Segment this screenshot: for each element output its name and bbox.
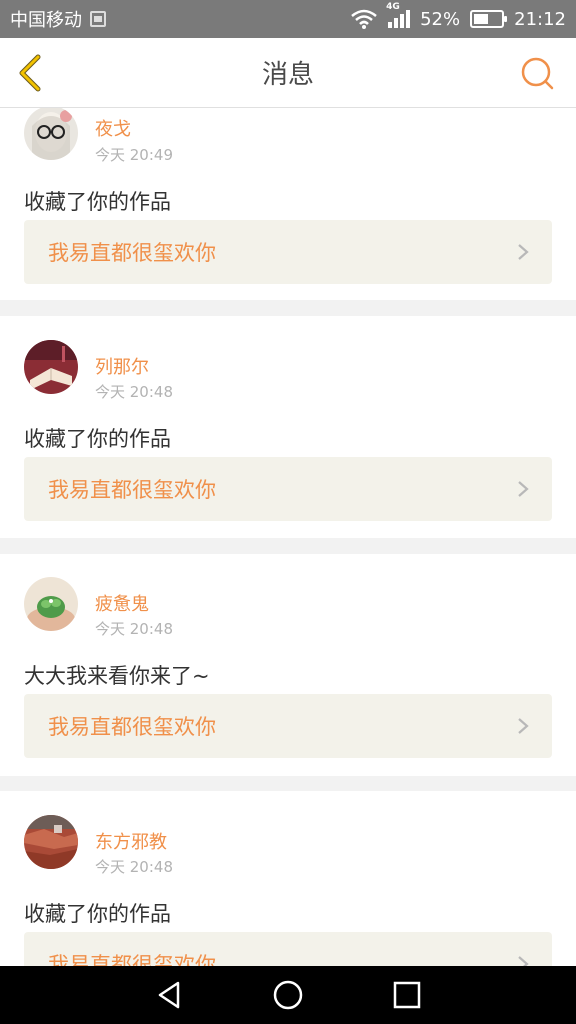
nav-recents-button[interactable] <box>387 975 427 1015</box>
username[interactable]: 列那尔 <box>95 353 149 379</box>
clock: 21:12 <box>514 8 566 30</box>
message-card: 东方邪教 今天 20:48 收藏了你的作品 我易直都很玺欢你 <box>0 791 576 966</box>
signal-icon: 4G <box>386 2 411 28</box>
carrier-name: 中国移动 <box>10 10 82 31</box>
network-type-label: 4G <box>386 2 400 12</box>
message-card: 疲惫鬼 今天 20:48 大大我来看你来了~ 我易直都很玺欢你 <box>0 554 576 776</box>
work-title: 我易直都很玺欢你 <box>48 241 216 265</box>
battery-icon <box>470 10 508 28</box>
avatar-rooftops-icon[interactable] <box>24 815 78 869</box>
username[interactable]: 疲惫鬼 <box>95 590 149 616</box>
message-text: 大大我来看你来了~ <box>24 664 210 688</box>
message-card: 列那尔 今天 20:48 收藏了你的作品 我易直都很玺欢你 <box>0 316 576 538</box>
chevron-right-icon <box>518 481 529 497</box>
username[interactable]: 夜戈 <box>95 115 131 141</box>
chevron-right-icon <box>518 956 529 966</box>
timestamp: 今天 20:48 <box>95 858 173 876</box>
work-title: 我易直都很玺欢你 <box>48 715 216 739</box>
battery-percent: 52% <box>420 8 461 30</box>
timestamp: 今天 20:48 <box>95 383 173 401</box>
message-card: 夜戈 今天 20:49 收藏了你的作品 我易直都很玺欢你 <box>0 108 576 300</box>
work-link[interactable]: 我易直都很玺欢你 <box>24 457 552 521</box>
wifi-icon <box>351 9 377 29</box>
nav-home-button[interactable] <box>268 975 308 1015</box>
avatar-plant-icon[interactable] <box>24 577 78 631</box>
status-left: 中国移动 <box>10 6 106 32</box>
image-notification-icon <box>90 11 106 27</box>
timestamp: 今天 20:49 <box>95 146 173 164</box>
chevron-right-icon <box>518 244 529 260</box>
status-right: 4G 52% 21:12 <box>350 2 566 30</box>
message-text: 收藏了你的作品 <box>24 427 171 451</box>
app-header: 消息 <box>0 38 576 108</box>
avatar-book-icon[interactable] <box>24 340 78 394</box>
work-link[interactable]: 我易直都很玺欢你 <box>24 694 552 758</box>
back-button[interactable] <box>14 53 54 93</box>
search-button[interactable] <box>520 56 554 90</box>
work-link[interactable]: 我易直都很玺欢你 <box>24 220 552 284</box>
message-list[interactable]: 夜戈 今天 20:49 收藏了你的作品 我易直都很玺欢你 列那尔 今天 20:4… <box>0 108 576 966</box>
chevron-left-icon <box>19 54 41 92</box>
page-title: 消息 <box>261 60 314 90</box>
work-title: 我易直都很玺欢你 <box>48 953 216 966</box>
work-link[interactable]: 我易直都很玺欢你 <box>24 932 552 966</box>
square-recents-icon <box>393 981 420 1009</box>
chevron-right-icon <box>518 718 529 734</box>
message-text: 收藏了你的作品 <box>24 190 171 214</box>
search-icon <box>521 57 554 90</box>
triangle-back-icon <box>159 981 180 1009</box>
nav-back-button[interactable] <box>149 975 189 1015</box>
work-title: 我易直都很玺欢你 <box>48 478 216 502</box>
timestamp: 今天 20:48 <box>95 620 173 638</box>
message-text: 收藏了你的作品 <box>24 902 171 926</box>
status-bar: 中国移动 4G 52% 21:12 <box>0 0 576 38</box>
battery-level-fill <box>474 14 488 24</box>
navigation-bar <box>0 966 576 1024</box>
circle-home-icon <box>273 980 303 1010</box>
username[interactable]: 东方邪教 <box>95 828 167 854</box>
avatar-glasses-girl-icon[interactable] <box>24 108 78 160</box>
